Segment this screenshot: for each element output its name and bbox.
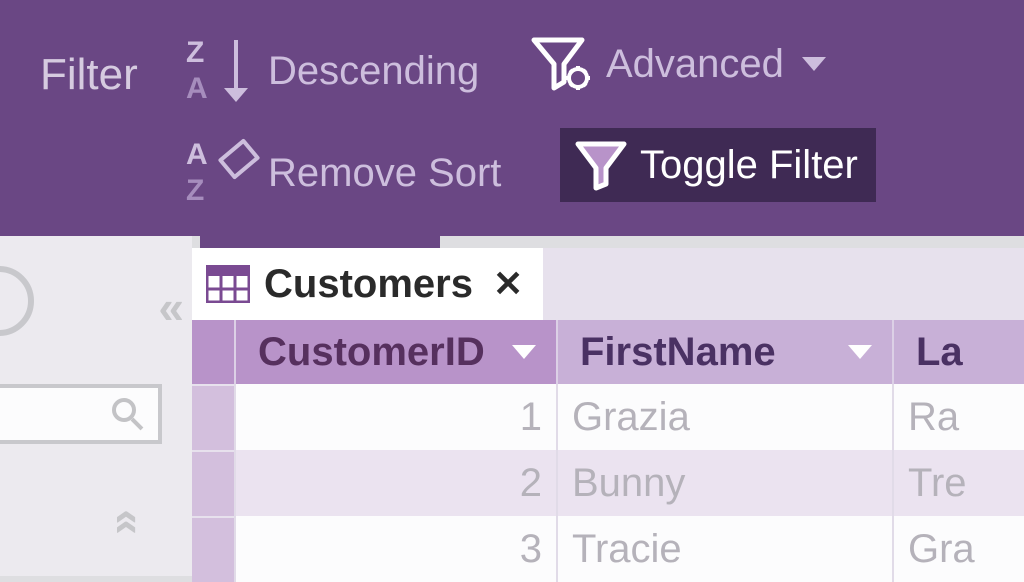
select-all-rows-button[interactable] [192,320,234,384]
cell-lastname[interactable]: Gra [892,516,1024,582]
sort-za-down-icon: ZA [186,36,256,106]
tab-title: Customers [264,262,473,307]
column-header-row: CustomerID FirstName La [192,320,1024,384]
advanced-filter-button[interactable]: Advanced [530,36,826,92]
workspace: « « Customers ✕ [0,236,1024,576]
chevron-down-icon [802,57,826,71]
toggle-filter-button[interactable]: Toggle Filter [560,128,876,202]
close-tab-button[interactable]: ✕ [493,263,523,305]
column-header-lastname[interactable]: La [892,320,1024,384]
remove-sort-icon: AZ [186,138,256,208]
column-header-customerid[interactable]: CustomerID [234,320,556,384]
nav-search-input[interactable] [0,384,162,444]
nav-circle-icon [0,266,34,336]
column-label: CustomerID [258,330,485,375]
table-row[interactable]: 1 Grazia Ra [192,384,1024,450]
row-selector[interactable] [192,516,234,582]
row-selector[interactable] [192,384,234,450]
column-label: La [916,330,963,375]
navigation-pane: « « [0,236,192,576]
ribbon-sort-filter-group: Filter ZA Descending AZ Remove Sort [0,0,1024,236]
cell-customerid[interactable]: 2 [234,450,556,516]
cell-firstname[interactable]: Bunny [556,450,892,516]
column-filter-dropdown-icon [512,345,536,359]
table-row[interactable]: 3 Tracie Gra [192,516,1024,582]
cell-firstname[interactable]: Grazia [556,384,892,450]
toggle-filter-label: Toggle Filter [640,143,858,188]
cell-lastname[interactable]: Ra [892,384,1024,450]
tab-strip-accent [200,236,440,248]
datasheet-view: Customers ✕ CustomerID FirstName La 1 Gr… [192,236,1024,576]
search-icon [112,398,146,432]
advanced-filter-label: Advanced [606,42,784,87]
funnel-gear-icon [530,36,594,92]
tab-bar: Customers ✕ [192,248,1024,320]
table-icon [206,265,250,303]
nav-scroll-button[interactable]: « [103,509,157,513]
funnel-icon [574,138,628,192]
cell-lastname[interactable]: Tre [892,450,1024,516]
tab-customers[interactable]: Customers ✕ [192,248,543,320]
row-selector[interactable] [192,450,234,516]
remove-sort-label: Remove Sort [268,151,501,196]
collapse-nav-button[interactable]: « [158,280,162,334]
cell-firstname[interactable]: Tracie [556,516,892,582]
cell-customerid[interactable]: 3 [234,516,556,582]
ribbon-group-label: Filter [40,50,138,100]
column-header-firstname[interactable]: FirstName [556,320,892,384]
column-filter-dropdown-icon [848,345,872,359]
remove-sort-button[interactable]: AZ Remove Sort [186,138,501,208]
column-label: FirstName [580,330,776,375]
table-row[interactable]: 2 Bunny Tre [192,450,1024,516]
cell-customerid[interactable]: 1 [234,384,556,450]
sort-descending-label: Descending [268,49,479,94]
sort-descending-button[interactable]: ZA Descending [186,36,479,106]
